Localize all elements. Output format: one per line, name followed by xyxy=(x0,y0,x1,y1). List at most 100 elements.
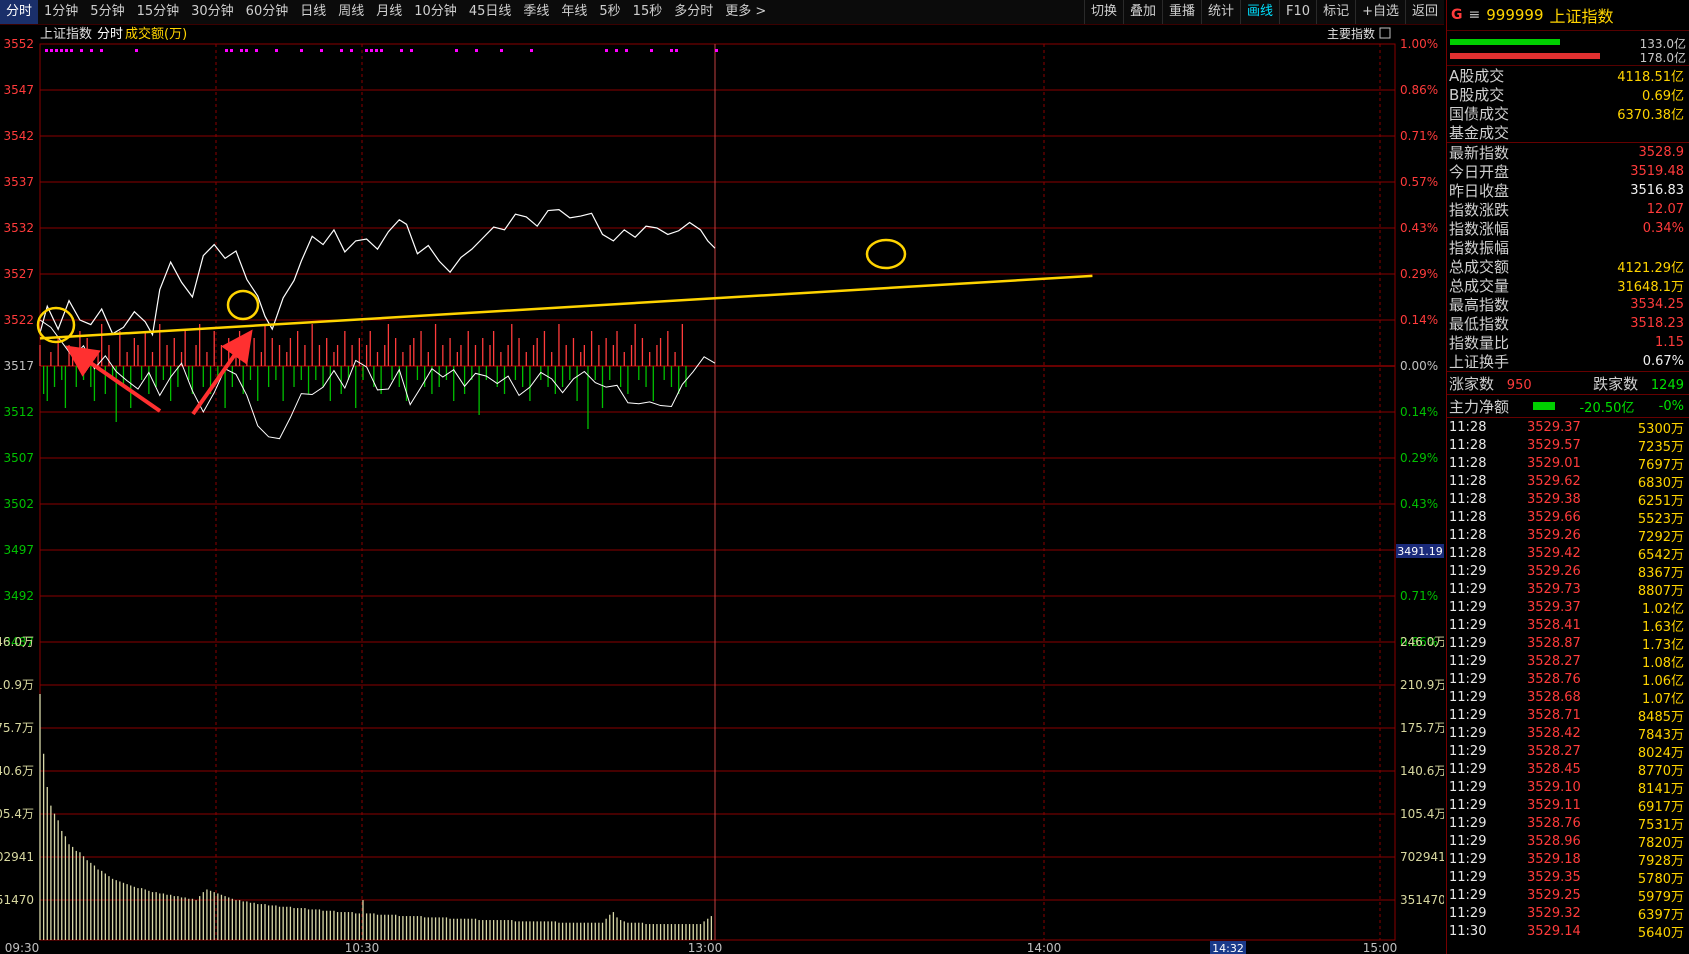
trade-price: 3528.27 xyxy=(1527,743,1581,759)
trade-row[interactable]: 11:28 3529.01 7697万 xyxy=(1447,454,1689,473)
trade-time: 11:29 xyxy=(1449,563,1487,579)
trade-amount: 6251万 xyxy=(1637,493,1684,509)
trade-row[interactable]: 11:29 3528.96 7820万 xyxy=(1447,832,1689,851)
market-badge[interactable]: G xyxy=(1451,7,1463,23)
timeframe-tab-15[interactable]: 多分时 xyxy=(668,0,719,24)
trade-row[interactable]: 11:29 3528.87 1.73亿 xyxy=(1447,634,1689,653)
stat-label: 总成交量 xyxy=(1449,277,1510,295)
timeframe-tab-5[interactable]: 60分钟 xyxy=(240,0,295,24)
net-pct: -0% xyxy=(1658,398,1684,414)
tool-button-0[interactable]: 切换 xyxy=(1083,0,1123,24)
trade-row[interactable]: 11:29 3528.71 8485万 xyxy=(1447,706,1689,725)
trade-price: 3529.14 xyxy=(1527,923,1581,939)
bar-green-b xyxy=(1450,39,1470,45)
timeframe-tab-6[interactable]: 日线 xyxy=(294,0,332,24)
timeframe-tab-16[interactable]: 更多 > xyxy=(719,0,772,24)
signal-marker xyxy=(455,49,458,52)
volume-tick-label: 75.7万 xyxy=(0,721,34,735)
trade-price: 3528.87 xyxy=(1527,635,1581,651)
tool-button-5[interactable]: F10 xyxy=(1279,0,1316,24)
timeframe-tab-2[interactable]: 5分钟 xyxy=(84,0,130,24)
tool-button-8[interactable]: 返回 xyxy=(1404,0,1444,24)
trade-row[interactable]: 11:29 3529.25 5979万 xyxy=(1447,886,1689,905)
price-tick-label: 3522 xyxy=(3,313,34,327)
trade-amount: 7292万 xyxy=(1637,529,1684,545)
trade-time: 11:29 xyxy=(1449,689,1487,705)
trade-row[interactable]: 11:28 3529.62 6830万 xyxy=(1447,472,1689,491)
trade-row[interactable]: 11:29 3529.73 8807万 xyxy=(1447,580,1689,599)
trade-row[interactable]: 11:28 3529.42 6542万 xyxy=(1447,544,1689,563)
trade-time: 11:29 xyxy=(1449,707,1487,723)
trade-row[interactable]: 11:29 3528.27 8024万 xyxy=(1447,742,1689,761)
signal-marker xyxy=(625,49,628,52)
menu-icon[interactable]: ≡ xyxy=(1469,7,1481,23)
trade-row[interactable]: 11:29 3528.76 1.06亿 xyxy=(1447,670,1689,689)
timeframe-tab-3[interactable]: 15分钟 xyxy=(131,0,186,24)
trade-row[interactable]: 11:29 3528.41 1.63亿 xyxy=(1447,616,1689,635)
trade-list[interactable]: 11:28 3529.37 5300万 11:28 3529.57 7235万 11:28 3… xyxy=(1447,417,1689,941)
rise-value: 950 xyxy=(1506,377,1532,393)
trade-row[interactable]: 11:29 3529.18 7928万 xyxy=(1447,850,1689,869)
trade-row[interactable]: 11:29 3529.37 1.02亿 xyxy=(1447,598,1689,617)
trade-row[interactable]: 11:29 3528.76 7531万 xyxy=(1447,814,1689,833)
timeframe-tab-4[interactable]: 30分钟 xyxy=(185,0,240,24)
trade-row[interactable]: 11:29 3528.45 8770万 xyxy=(1447,760,1689,779)
trade-row[interactable]: 11:29 3528.27 1.08亿 xyxy=(1447,652,1689,671)
tool-button-1[interactable]: 叠加 xyxy=(1122,0,1162,24)
signal-marker xyxy=(90,49,93,52)
timeframe-tabs: 分时 1分钟 5分钟 15分钟 30分钟 60分钟 日线 周线 月线 10分钟 45日线 季线 年线 5秒… xyxy=(0,0,1084,24)
trade-row[interactable]: 11:29 3529.32 6397万 xyxy=(1447,904,1689,923)
timeframe-tab-1[interactable]: 1分钟 xyxy=(38,0,84,24)
trade-row[interactable]: 11:29 3529.35 5780万 xyxy=(1447,868,1689,887)
tool-button-7[interactable]: +自选 xyxy=(1355,0,1405,24)
trade-amount: 1.63亿 xyxy=(1642,619,1684,635)
timeframe-tab-10[interactable]: 45日线 xyxy=(463,0,518,24)
trade-row[interactable]: 11:29 3529.26 8367万 xyxy=(1447,562,1689,581)
intraday-chart[interactable]: 上证指数 分时 成交额(万) 主要指数 3552 1.00% 3547 0.86% 3542 0.… xyxy=(0,24,1444,954)
signal-marker xyxy=(65,49,68,52)
tool-button-2[interactable]: 重播 xyxy=(1161,0,1201,24)
price-tick-label: 3492 xyxy=(3,589,34,603)
chart-indicator: 成交额(万) xyxy=(125,26,187,42)
stat-label: 指数涨跌 xyxy=(1449,201,1510,219)
timeframe-tab-13[interactable]: 5秒 xyxy=(593,0,626,24)
signal-marker xyxy=(55,49,58,52)
trade-row[interactable]: 11:28 3529.66 5523万 xyxy=(1447,508,1689,527)
pct-tick-label: 0.71% xyxy=(1400,129,1438,143)
price-tick-label: 3512 xyxy=(3,405,34,419)
trade-row[interactable]: 11:29 3528.42 7843万 xyxy=(1447,724,1689,743)
timeframe-tab-7[interactable]: 周线 xyxy=(332,0,370,24)
chart-title: 上证指数 xyxy=(40,27,92,42)
timeframe-tab-0[interactable]: 分时 xyxy=(0,0,39,24)
timeframe-tab-12[interactable]: 年线 xyxy=(555,0,593,24)
trade-amount: 8807万 xyxy=(1637,583,1684,599)
stat-label: A股成交 xyxy=(1449,67,1505,85)
trade-row[interactable]: 11:28 3529.26 7292万 xyxy=(1447,526,1689,545)
pct-tick-label: 0.86% xyxy=(1400,83,1438,97)
tool-button-3[interactable]: 统计 xyxy=(1201,0,1240,24)
timeframe-tab-9[interactable]: 10分钟 xyxy=(408,0,463,24)
stat-label: 昨日收盘 xyxy=(1449,182,1510,200)
timeframe-tab-8[interactable]: 月线 xyxy=(370,0,408,24)
timeframe-tab-14[interactable]: 15秒 xyxy=(627,0,669,24)
stat-label: 今日开盘 xyxy=(1449,163,1510,181)
trade-row[interactable]: 11:29 3529.10 8141万 xyxy=(1447,778,1689,797)
trade-time: 11:29 xyxy=(1449,887,1487,903)
trade-row[interactable]: 11:28 3529.38 6251万 xyxy=(1447,490,1689,509)
trade-row[interactable]: 11:29 3528.68 1.07亿 xyxy=(1447,688,1689,707)
trade-row[interactable]: 11:29 3529.11 6917万 xyxy=(1447,796,1689,815)
trade-row[interactable]: 11:30 3529.14 5640万 xyxy=(1447,922,1689,941)
net-bar xyxy=(1533,402,1556,410)
signal-marker xyxy=(230,49,233,52)
trade-time: 11:29 xyxy=(1449,815,1487,831)
trade-row[interactable]: 11:28 3529.37 5300万 xyxy=(1447,418,1689,437)
panel-header: G ≡ 999999 上证指数 xyxy=(1447,0,1689,31)
trade-time: 11:28 xyxy=(1449,437,1487,453)
tool-button-6[interactable]: 标记 xyxy=(1316,0,1355,24)
tool-button-4[interactable]: 画线 xyxy=(1240,0,1279,24)
trade-row[interactable]: 11:28 3529.57 7235万 xyxy=(1447,436,1689,455)
rise-label: 涨家数 xyxy=(1449,374,1495,393)
bar-red xyxy=(1450,53,1600,59)
pct-tick-label: 0.14% xyxy=(1400,313,1438,327)
timeframe-tab-11[interactable]: 季线 xyxy=(517,0,555,24)
